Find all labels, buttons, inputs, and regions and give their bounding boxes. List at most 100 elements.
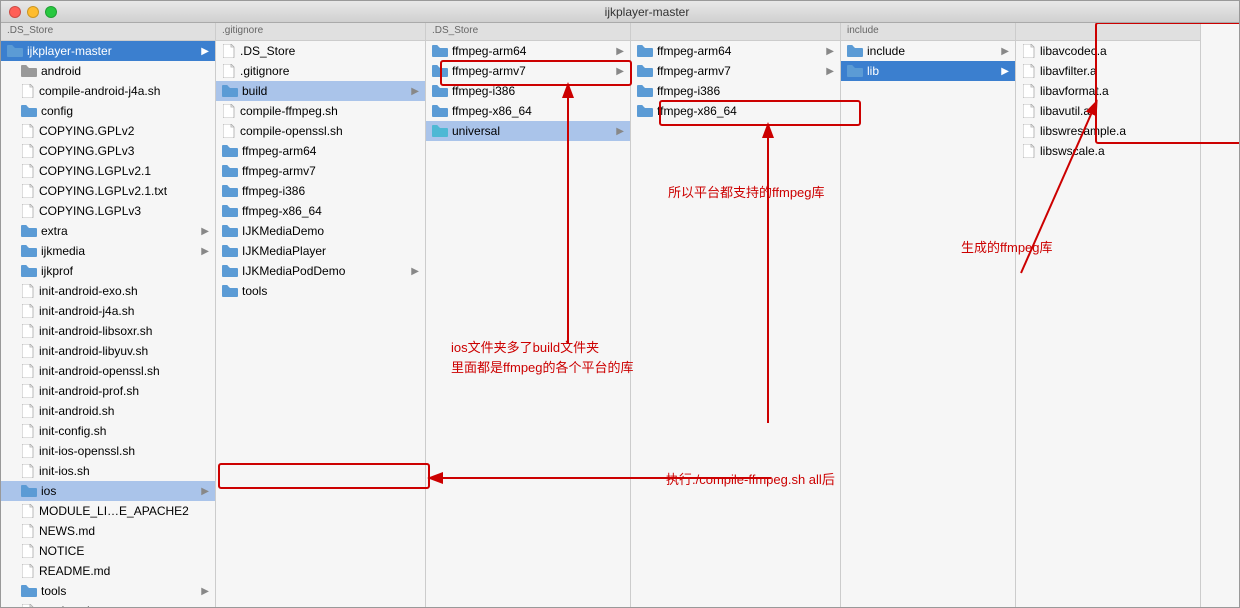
list-item[interactable]: ijkprof — [1, 261, 215, 281]
list-item[interactable]: libavutil.a — [1016, 101, 1200, 121]
list-item[interactable]: .gitignore — [216, 61, 425, 81]
list-item[interactable]: compile-android-j4a.sh — [1, 81, 215, 101]
folder-icon — [21, 65, 37, 77]
list-item[interactable]: COPYING.LGPLv3 — [1, 201, 215, 221]
list-item[interactable]: ffmpeg-x86_64 — [631, 101, 840, 121]
doc-icon — [21, 543, 35, 559]
list-item[interactable]: .DS_Store — [216, 41, 425, 61]
list-item[interactable]: init-android-libsoxr.sh — [1, 321, 215, 341]
list-item[interactable]: android — [1, 61, 215, 81]
list-item[interactable]: ffmpeg-armv7▶ — [631, 61, 840, 81]
col5-header: include — [841, 23, 1015, 41]
list-item[interactable]: ffmpeg-x86_64 — [216, 201, 425, 221]
doc-icon — [222, 63, 236, 79]
file-label: build — [242, 84, 407, 98]
doc-icon — [21, 603, 35, 607]
expand-arrow-icon: ▶ — [201, 226, 209, 237]
expand-arrow-icon: ▶ — [1001, 66, 1009, 77]
list-item[interactable]: NEWS.md — [1, 521, 215, 541]
file-label: include — [867, 44, 997, 58]
list-item[interactable]: libavformat.a — [1016, 81, 1200, 101]
minimize-button[interactable] — [27, 6, 39, 18]
file-label: COPYING.LGPLv2.1.txt — [39, 184, 209, 198]
file-label: init-android-j4a.sh — [39, 304, 209, 318]
list-item[interactable]: MODULE_LI…E_APACHE2 — [1, 501, 215, 521]
list-item[interactable]: extra ▶ — [1, 221, 215, 241]
list-item[interactable]: COPYING.GPLv3 — [1, 141, 215, 161]
column-6: libavcodec.a libavfilter.a libavformat.a… — [1016, 23, 1201, 607]
list-item[interactable]: compile-openssl.sh — [216, 121, 425, 141]
list-item[interactable]: ffmpeg-armv7▶ — [426, 61, 630, 81]
col4-header — [631, 23, 840, 41]
list-item[interactable]: libavfilter.a — [1016, 61, 1200, 81]
list-item[interactable]: include▶ — [841, 41, 1015, 61]
file-label: README.md — [39, 564, 209, 578]
title-bar: ijkplayer-master — [1, 1, 1239, 23]
doc-icon — [21, 203, 35, 219]
expand-arrow-icon: ▶ — [826, 66, 834, 77]
list-item[interactable]: init-android.sh — [1, 401, 215, 421]
list-item[interactable]: ffmpeg-arm64 ▶ — [426, 41, 630, 61]
list-item[interactable]: init-android-openssl.sh — [1, 361, 215, 381]
list-item[interactable]: build▶ — [216, 81, 425, 101]
maximize-button[interactable] — [45, 6, 57, 18]
list-item[interactable]: COPYING.LGPLv2.1.txt — [1, 181, 215, 201]
file-label: ffmpeg-arm64 — [452, 44, 612, 58]
folder-icon — [847, 65, 863, 77]
list-item[interactable]: libswresample.a — [1016, 121, 1200, 141]
list-item[interactable]: libavcodec.a — [1016, 41, 1200, 61]
list-item[interactable]: NOTICE — [1, 541, 215, 561]
list-item[interactable]: init-android-exo.sh — [1, 281, 215, 301]
list-item[interactable]: IJKMediaDemo — [216, 221, 425, 241]
doc-icon — [1022, 123, 1036, 139]
close-button[interactable] — [9, 6, 21, 18]
doc-icon — [21, 563, 35, 579]
list-item[interactable]: ijkmedia▶ — [1, 241, 215, 261]
list-item[interactable]: ffmpeg-i386 — [631, 81, 840, 101]
column-1: .DS_Store ijkplayer-master▶ android comp… — [1, 23, 216, 607]
folder-icon — [21, 265, 37, 277]
list-item[interactable]: init-android-j4a.sh — [1, 301, 215, 321]
list-item[interactable]: ffmpeg-x86_64 — [426, 101, 630, 121]
list-item[interactable]: ffmpeg-arm64 — [216, 141, 425, 161]
list-item[interactable]: init-android-prof.sh — [1, 381, 215, 401]
doc-icon — [21, 363, 35, 379]
file-label: init-ios.sh — [39, 464, 209, 478]
list-item[interactable]: COPYING.LGPLv2.1 — [1, 161, 215, 181]
list-item[interactable]: ijkplayer-master▶ — [1, 41, 215, 61]
list-item[interactable]: tools▶ — [1, 581, 215, 601]
expand-arrow-icon: ▶ — [616, 46, 624, 57]
file-label: extra — [41, 224, 197, 238]
list-item[interactable]: init-config.sh — [1, 421, 215, 441]
list-item[interactable]: compile-ffmpeg.sh — [216, 101, 425, 121]
file-label: libavcodec.a — [1040, 44, 1194, 58]
list-item[interactable]: COPYING.GPLv2 — [1, 121, 215, 141]
folder-icon — [222, 85, 238, 97]
list-item[interactable]: IJKMediaPlayer — [216, 241, 425, 261]
list-item[interactable]: init-android-libyuv.sh — [1, 341, 215, 361]
list-item[interactable]: tools — [216, 281, 425, 301]
doc-icon — [21, 83, 35, 99]
list-item[interactable]: ios▶ — [1, 481, 215, 501]
list-item[interactable]: ffmpeg-arm64 ▶ — [631, 41, 840, 61]
file-label: ffmpeg-arm64 — [657, 44, 822, 58]
list-item[interactable]: ffmpeg-i386 — [216, 181, 425, 201]
list-item[interactable]: lib▶ — [841, 61, 1015, 81]
list-item[interactable]: init-ios-openssl.sh — [1, 441, 215, 461]
list-item[interactable]: config — [1, 101, 215, 121]
doc-icon — [21, 123, 35, 139]
list-item[interactable]: version.sh — [1, 601, 215, 607]
file-label: ffmpeg-i386 — [452, 84, 624, 98]
list-item[interactable]: libswscale.a — [1016, 141, 1200, 161]
list-item[interactable]: init-ios.sh — [1, 461, 215, 481]
file-label: COPYING.LGPLv3 — [39, 204, 209, 218]
file-label: tools — [41, 584, 197, 598]
expand-arrow-icon: ▶ — [826, 46, 834, 57]
folder-icon — [637, 85, 653, 97]
list-item[interactable]: README.md — [1, 561, 215, 581]
list-item[interactable]: IJKMediaPodDemo▶ — [216, 261, 425, 281]
list-item[interactable]: universal▶ — [426, 121, 630, 141]
file-label: COPYING.GPLv3 — [39, 144, 209, 158]
list-item[interactable]: ffmpeg-i386 — [426, 81, 630, 101]
list-item[interactable]: ffmpeg-armv7 — [216, 161, 425, 181]
